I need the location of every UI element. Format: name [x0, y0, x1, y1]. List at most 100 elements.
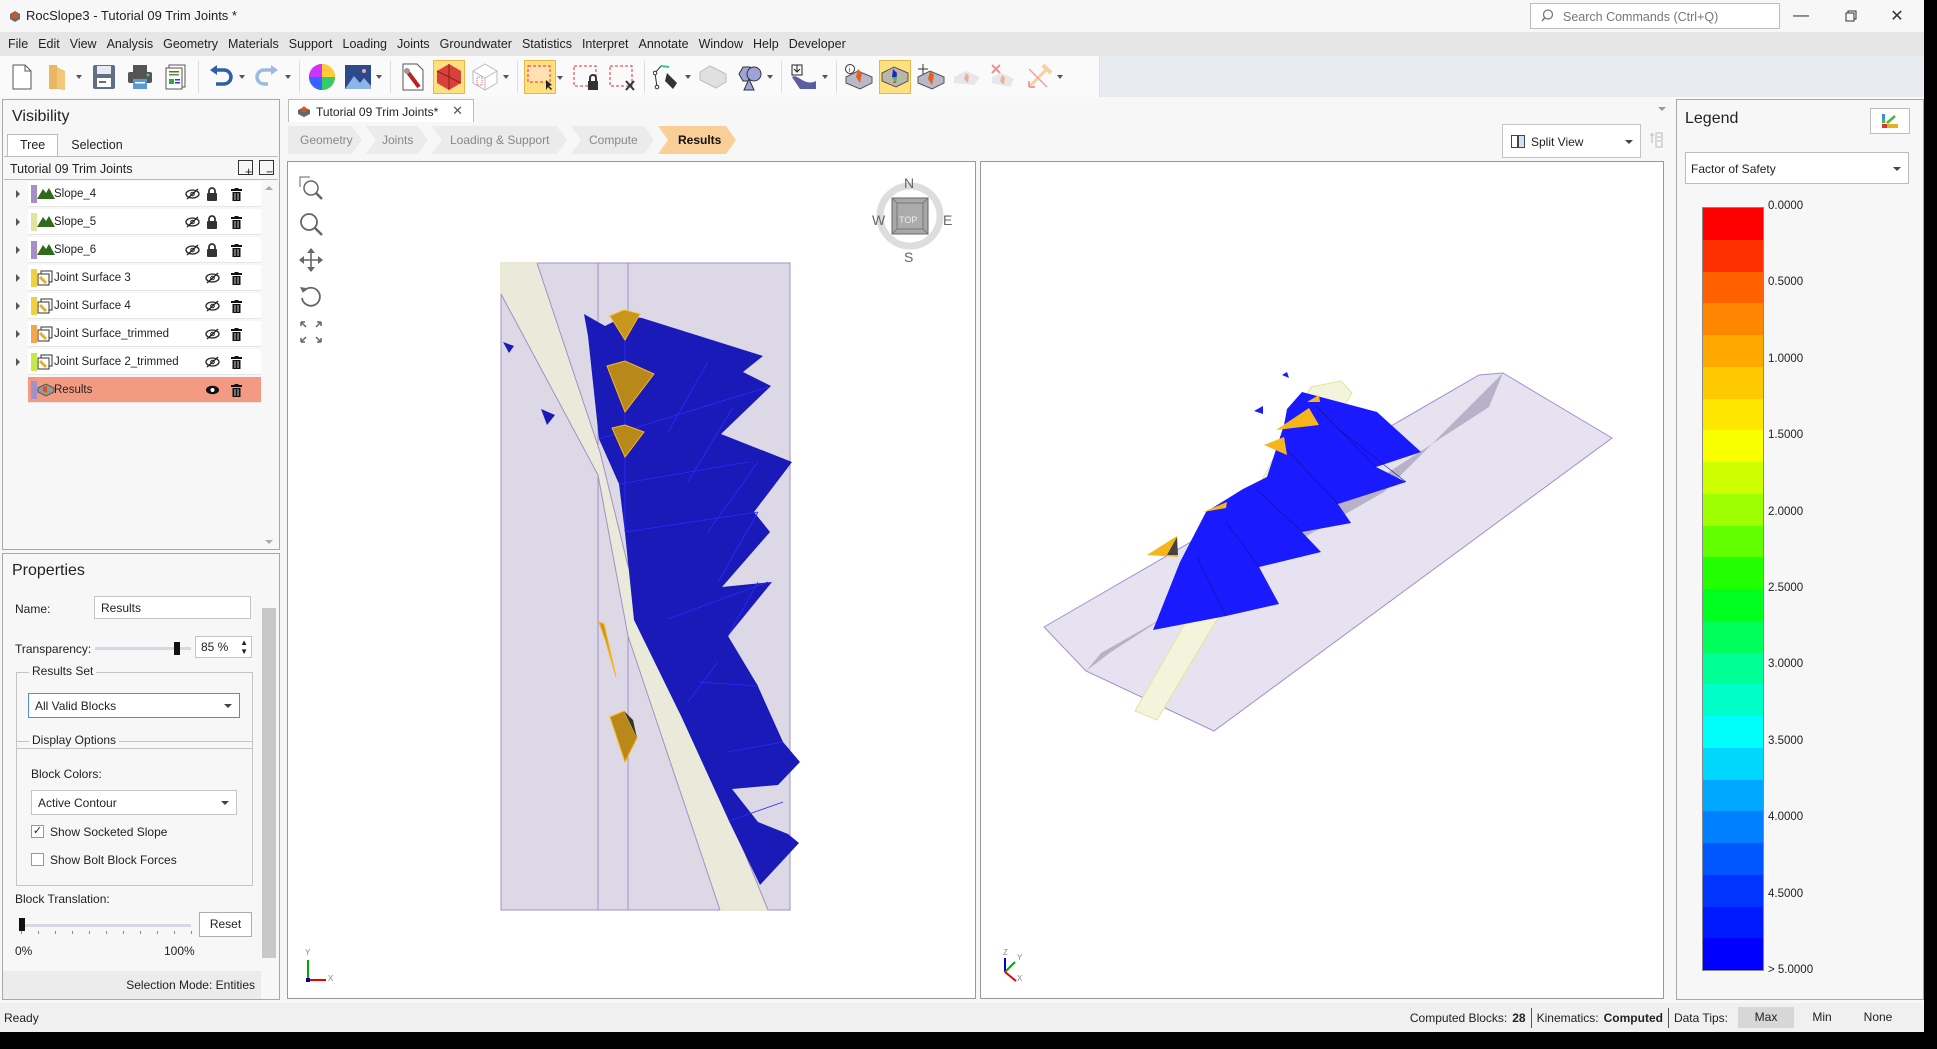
workflow-step-loading-support[interactable]: Loading & Support [432, 126, 567, 154]
search-commands-input[interactable]: Search Commands (Ctrl+Q) [1530, 3, 1780, 29]
surface-button[interactable] [697, 60, 729, 94]
menu-interpret[interactable]: Interpret [577, 37, 634, 51]
tree-item-box[interactable]: Joint Surface 4 [28, 293, 261, 319]
trash-icon[interactable] [228, 382, 244, 398]
expand-arrow-icon[interactable] [16, 358, 20, 366]
trash-icon[interactable] [228, 242, 244, 258]
menu-groundwater[interactable]: Groundwater [435, 37, 517, 51]
expand-all-button[interactable]: + [238, 160, 253, 178]
view-mode-select[interactable]: Split View [1502, 124, 1641, 158]
eye-icon[interactable] [204, 382, 220, 398]
tree-item-box[interactable]: Results [28, 377, 261, 403]
polyline-button[interactable] [651, 60, 691, 94]
scrollbar-thumb[interactable] [262, 608, 276, 958]
expand-arrow-icon[interactable] [16, 190, 20, 198]
tree-item-slope-4[interactable]: Slope_4 [4, 180, 261, 208]
tree-item-slope-6[interactable]: Slope_6 [4, 236, 261, 264]
tree-item-box[interactable]: Slope_5 [28, 209, 261, 235]
block-colors-select[interactable]: Active Contour [31, 790, 237, 815]
tree-item-box[interactable]: Joint Surface 3 [28, 265, 261, 291]
menu-file[interactable]: File [3, 37, 33, 51]
expand-arrow-icon[interactable] [16, 302, 20, 310]
menu-window[interactable]: Window [694, 37, 748, 51]
data-tips-max-button[interactable]: Max [1738, 1007, 1794, 1028]
visibility-toggle-icon[interactable] [184, 214, 200, 230]
show-socketed-slope-checkbox[interactable]: ✓ [31, 825, 44, 838]
open-button[interactable] [42, 60, 82, 94]
menu-statistics[interactable]: Statistics [517, 37, 577, 51]
block-translation-thumb[interactable] [19, 918, 25, 931]
data-tips-min-button[interactable]: Min [1794, 1007, 1850, 1028]
viewport-top[interactable]: N S E W TOP Y X [287, 161, 976, 999]
name-input[interactable]: Results [94, 596, 251, 619]
background-button[interactable] [342, 60, 382, 94]
menu-geometry[interactable]: Geometry [158, 37, 223, 51]
bolt-button[interactable] [1023, 60, 1063, 94]
tab-tree[interactable]: Tree [7, 134, 59, 156]
menu-edit[interactable]: Edit [33, 37, 65, 51]
menu-materials[interactable]: Materials [223, 37, 284, 51]
project-settings-button[interactable] [397, 60, 429, 94]
move-block-button[interactable] [915, 60, 947, 94]
tree-item-joint-surface-2-trimmed[interactable]: Joint Surface 2_trimmed [4, 348, 261, 376]
delete-block-button[interactable] [987, 60, 1019, 94]
menu-joints[interactable]: Joints [392, 37, 435, 51]
data-tips-none-button[interactable]: None [1850, 1007, 1906, 1028]
menu-developer[interactable]: Developer [784, 37, 851, 51]
trash-icon[interactable] [228, 298, 244, 314]
tab-overflow-icon[interactable] [1658, 107, 1666, 111]
redo-button[interactable] [251, 60, 291, 94]
box-select-button[interactable] [524, 59, 563, 94]
tree-item-joint-surface-trimmed[interactable]: Joint Surface_trimmed [4, 320, 261, 348]
reset-button[interactable]: Reset [199, 912, 252, 937]
legend-settings-button[interactable] [1870, 108, 1910, 134]
workflow-step-joints[interactable]: Joints [366, 126, 428, 154]
expand-arrow-icon[interactable] [16, 246, 20, 254]
trash-icon[interactable] [228, 354, 244, 370]
block-info-button[interactable]: i [843, 60, 875, 94]
workflow-step-results[interactable]: Results [658, 126, 736, 154]
expand-arrow-icon[interactable] [16, 330, 20, 338]
tree-item-box[interactable]: Slope_6 [28, 237, 261, 263]
wireframe-render-button[interactable] [469, 60, 509, 94]
trash-icon[interactable] [228, 186, 244, 202]
trash-icon[interactable] [228, 270, 244, 286]
contour-blocks-button[interactable] [879, 59, 911, 94]
tree-item-box[interactable]: Joint Surface 2_trimmed [28, 349, 261, 375]
tree-scrollbar[interactable] [260, 180, 277, 550]
minimize-button[interactable]: — [1778, 0, 1824, 32]
restore-button[interactable] [1828, 0, 1874, 32]
visibility-toggle-icon[interactable] [204, 298, 220, 314]
lock-icon[interactable] [204, 186, 220, 202]
tab-selection[interactable]: Selection [58, 134, 135, 156]
tree-item-joint-surface-4[interactable]: Joint Surface 4 [4, 292, 261, 320]
show-bolt-forces-checkbox[interactable] [31, 853, 44, 866]
menu-annotate[interactable]: Annotate [634, 37, 694, 51]
close-tab-icon[interactable]: ✕ [452, 103, 463, 119]
lock-icon[interactable] [204, 242, 220, 258]
import-surface-button[interactable] [788, 60, 828, 94]
menu-view[interactable]: View [65, 37, 102, 51]
visibility-toggle-icon[interactable] [184, 242, 200, 258]
block-translation-slider[interactable] [20, 924, 191, 927]
report-button[interactable] [160, 60, 192, 94]
expand-arrow-icon[interactable] [16, 274, 20, 282]
tree-item-joint-surface-3[interactable]: Joint Surface 3 [4, 264, 261, 292]
visibility-toggle-icon[interactable] [204, 354, 220, 370]
save-button[interactable] [88, 60, 120, 94]
menu-loading[interactable]: Loading [338, 37, 393, 51]
trash-icon[interactable] [228, 214, 244, 230]
workflow-step-compute[interactable]: Compute [571, 126, 654, 154]
document-tab[interactable]: Tutorial 09 Trim Joints* ✕ [288, 99, 474, 122]
tree-item-results[interactable]: Results [4, 376, 261, 404]
results-set-select[interactable]: All Valid Blocks [28, 693, 240, 718]
lock-icon[interactable] [204, 214, 220, 230]
shapes-button[interactable] [733, 60, 773, 94]
transparency-spinner[interactable]: 85 % ▲ ▼ [195, 636, 252, 658]
new-file-button[interactable] [6, 60, 38, 94]
visibility-toggle-icon[interactable] [184, 186, 200, 202]
viewport-perspective[interactable]: Z Y X [980, 161, 1664, 999]
properties-scrollbar[interactable] [260, 590, 277, 998]
menu-analysis[interactable]: Analysis [102, 37, 159, 51]
print-button[interactable] [124, 60, 156, 94]
